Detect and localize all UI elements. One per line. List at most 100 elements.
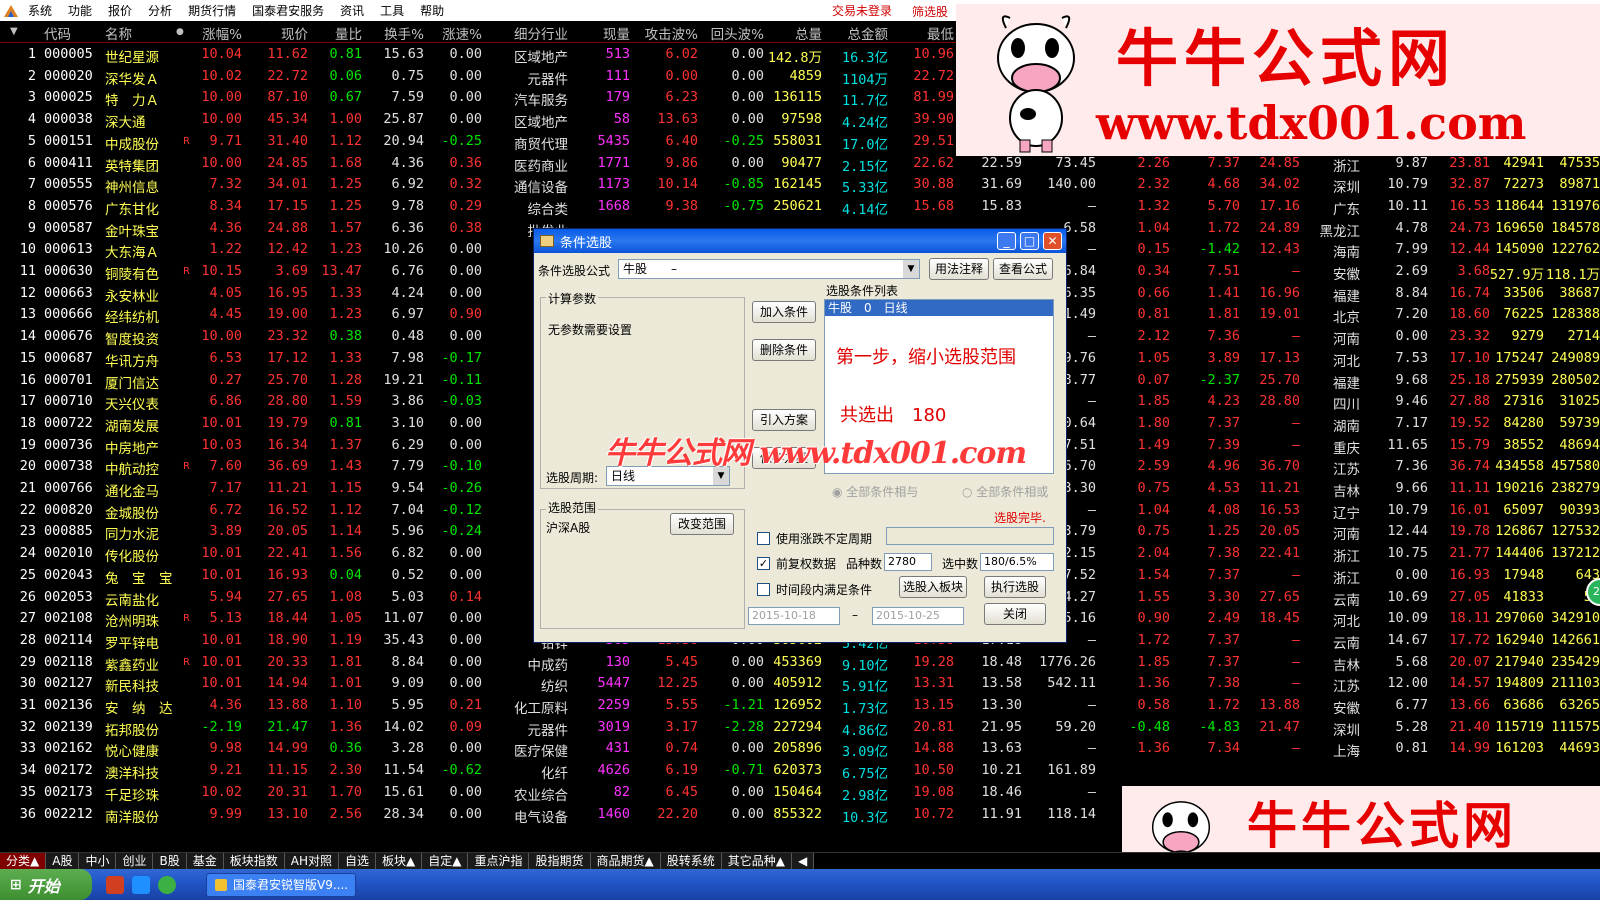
tab-scroll-left-icon[interactable]: ◀ [791,853,815,869]
market-tab[interactable]: 自定▲ [422,853,469,869]
col-header-price[interactable]: 现价 [281,23,308,43]
market-tab[interactable]: AH对照 [284,853,339,869]
market-tab[interactable]: 中小 [79,853,117,869]
col-header-total-volume[interactable]: 总量 [795,23,822,43]
col-header-speed[interactable]: 涨速% [442,23,482,43]
menu-item-system[interactable]: 系统 [20,2,60,19]
col-header-change-pct[interactable]: 涨幅% [202,23,242,43]
radio-and[interactable]: ◉ 全部条件相与 [832,483,918,500]
cell-vr: 1.81 [329,653,362,670]
cell-extra: 111575 [1551,718,1600,735]
table-row[interactable]: 31 002136 安 纳 达 4.36 13.88 1.10 5.95 0.21 化工原料 22… [0,694,1600,717]
ie-browser-icon[interactable] [132,875,150,894]
start-button[interactable]: ⊞ 开始 [0,869,92,900]
quick-launch-app-icon[interactable] [106,875,124,894]
execute-selection-button[interactable]: 执行选股 [984,576,1046,598]
usage-notes-button[interactable]: 用法注释 [929,258,989,280]
add-to-block-button[interactable]: 选股入板块 [899,576,967,598]
condition-list-item[interactable]: 牛股 0 日线 [825,300,1053,316]
menu-item-news[interactable]: 资讯 [332,2,372,19]
cell-extra: 42941 [1503,154,1544,171]
market-tab[interactable]: 基金 [186,853,224,869]
minimize-icon[interactable]: _ [997,232,1016,250]
table-row[interactable]: 29 002118 紫鑫药业 R 10.01 20.33 1.81 8.84 0.00 中成药 13… [0,651,1600,674]
menu-item-gtja-service[interactable]: 国泰君安服务 [244,2,332,19]
time-range-checkbox[interactable] [757,583,770,596]
cell-vr: 1.05 [329,610,362,627]
menu-item-futures[interactable]: 期货行情 [180,2,244,19]
col-header-industry[interactable]: 细分行业 [514,23,568,43]
table-row[interactable]: 33 002162 悦心健康 9.98 14.99 0.36 3.28 0.00 医疗保健 431… [0,737,1600,761]
market-tab[interactable]: 股指期货 [529,853,591,869]
cell-extra: 7.34 [1207,740,1240,757]
cell-extra: 122762 [1551,241,1600,258]
cell-extra: 27316 [1503,393,1544,410]
market-tab[interactable]: 创业 [116,853,154,869]
cell-low: 29.51 [913,132,954,149]
market-tab[interactable]: 股转系统 [660,853,722,869]
formula-select[interactable]: 牛股 – ▼ [618,259,920,279]
market-tab[interactable]: A股 [46,853,80,869]
menu-item-tools[interactable]: 工具 [372,2,412,19]
col-header-total-amount[interactable]: 总金额 [848,23,889,43]
table-row[interactable]: 34 002172 澳洋科技 9.21 11.15 2.30 11.54 -0.62 化纤 462… [0,759,1600,782]
filter-status[interactable]: 筛选股 [912,3,948,20]
table-row[interactable]: 8 000576 广东甘化 8.34 17.15 1.25 9.78 0.29 综合类 1668 9… [0,195,1600,218]
cell-extra: 13.88 [1259,697,1300,713]
col-header-volume-ratio[interactable]: 量比 [335,23,362,43]
col-header-attack-wave[interactable]: 攻击波% [645,23,698,43]
cell-back: -0.75 [723,197,764,214]
cell-turn: 9.54 [391,480,424,496]
refresh-icon[interactable] [158,875,176,894]
maximize-icon[interactable]: □ [1020,232,1039,250]
view-formula-button[interactable]: 查看公式 [993,258,1053,280]
cell-low: 81.99 [913,89,954,106]
table-row[interactable]: 7 000555 神州信息 7.32 34.01 1.25 6.92 0.32 通信设备 1173… [0,173,1600,196]
cell-extra: 23.81 [1449,154,1490,171]
col-header-pullback-wave[interactable]: 回头波% [711,23,764,43]
cell-extra: 84280 [1503,414,1544,431]
menu-item-quote[interactable]: 报价 [100,2,140,19]
market-tab[interactable]: 自选 [338,853,376,869]
market-tab[interactable]: 板块▲ [376,853,423,869]
col-header-name[interactable]: 名称 [105,23,132,43]
chevron-down-icon[interactable]: ▼ [903,260,919,278]
use-period-field[interactable] [886,527,1054,545]
dialog-title-bar[interactable]: 条件选股 _ □ ✕ [534,229,1066,253]
add-condition-button[interactable]: 加入条件 [752,301,816,323]
restore-data-checkbox[interactable]: ✓ [757,557,770,570]
trade-login-status[interactable]: 交易未登录 [824,2,900,19]
market-tab[interactable]: 商品期货▲ [590,853,661,869]
market-tab[interactable]: 板块指数 [223,853,285,869]
table-row[interactable]: 32 002139 拓邦股份 -2.19 21.47 1.36 14.02 0.09 元器件 30… [0,716,1600,739]
col-header-current-vol[interactable]: 现量 [603,23,630,43]
cell-extra: 1.36 [1137,740,1170,757]
change-range-button[interactable]: 改变范围 [670,513,734,535]
cell-spd: 0.00 [449,328,482,345]
radio-or[interactable]: ○ 全部条件相或 [962,483,1048,500]
market-tab[interactable]: B股 [153,853,187,869]
market-tab[interactable]: 分类▲ [0,853,47,869]
date-from-field[interactable]: 2015-10-18 [748,607,840,625]
col-header-code[interactable]: 代码 [44,23,71,43]
cell-vr: 1.33 [329,284,362,301]
market-tab[interactable]: 其它品种▲ [721,853,792,869]
menu-item-function[interactable]: 功能 [60,2,100,19]
stock-name: 悦心健康 [105,744,159,761]
col-header-low[interactable]: 最低 [927,23,954,43]
taskbar-app-button[interactable]: 国泰君安锐智版V9.... [206,872,356,897]
table-row[interactable]: 30 002127 新民科技 10.01 14.94 1.01 9.09 0.00 纺织 5447… [0,672,1600,695]
start-label: 开始 [27,876,60,896]
menu-item-analysis[interactable]: 分析 [140,2,180,19]
use-period-checkbox[interactable] [757,532,770,545]
menu-item-help[interactable]: 帮助 [412,2,452,19]
cell-price: 22.41 [267,545,308,562]
sort-arrow-icon[interactable]: ▼ [10,26,18,37]
col-header-turnover[interactable]: 换手% [384,23,424,43]
delete-condition-button[interactable]: 删除条件 [752,339,816,361]
stock-code: 000038 [44,111,93,128]
market-tab[interactable]: 重点沪指 [468,853,530,869]
close-button[interactable]: 关闭 [984,603,1046,625]
close-icon[interactable]: ✕ [1043,232,1062,250]
date-to-field[interactable]: 2015-10-25 [872,607,964,625]
